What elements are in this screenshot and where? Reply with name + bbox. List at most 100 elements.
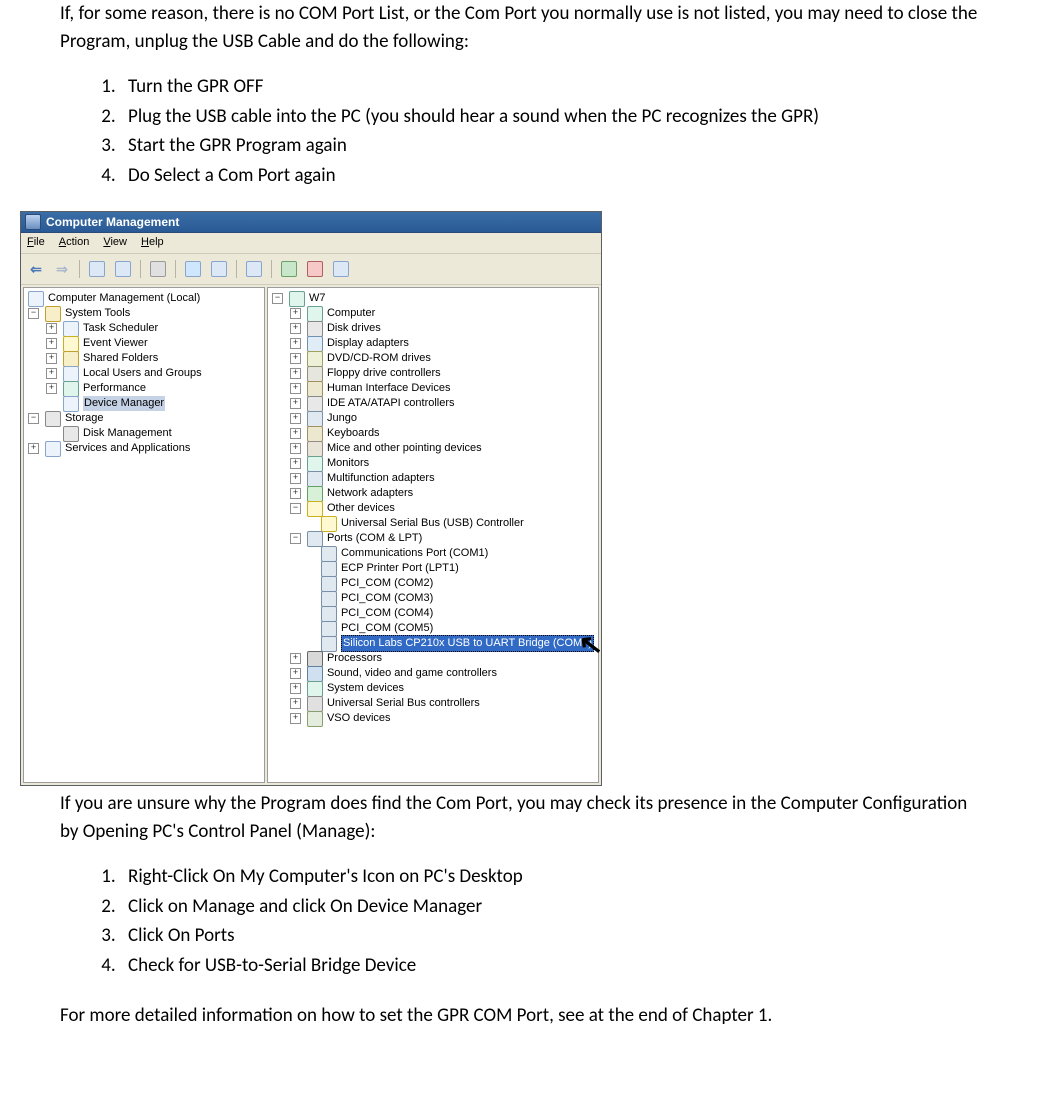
tree-item[interactable]: Communications Port (COM1) <box>272 546 594 561</box>
tree-item[interactable]: −Other devices <box>272 501 594 516</box>
expander-icon[interactable]: − <box>28 413 39 424</box>
tree-item[interactable]: +Floppy drive controllers <box>272 366 594 381</box>
tree-group[interactable]: + Services and Applications <box>28 441 260 456</box>
storage-icon <box>45 411 61 427</box>
expander-icon[interactable]: − <box>28 308 39 319</box>
tree-item[interactable]: PCI_COM (COM5) <box>272 621 594 636</box>
expander-icon[interactable]: + <box>290 428 301 439</box>
tree-item-selected[interactable]: Silicon Labs CP210x USB to UART Bridge (… <box>272 636 594 651</box>
computer-icon <box>289 291 305 307</box>
tree-item[interactable]: +Sound, video and game controllers <box>272 666 594 681</box>
menu-view[interactable]: View <box>103 235 127 251</box>
tree-item-device-manager[interactable]: Device Manager <box>28 396 260 411</box>
tree-item[interactable]: +System devices <box>272 681 594 696</box>
tree-item[interactable]: +Disk drives <box>272 321 594 336</box>
tree-item[interactable]: +Shared Folders <box>28 351 260 366</box>
tree-item[interactable]: Universal Serial Bus (USB) Controller <box>272 516 594 531</box>
tbtn-list[interactable] <box>208 258 230 280</box>
expander-icon[interactable]: − <box>290 503 301 514</box>
tree-group[interactable]: − Storage <box>28 411 260 426</box>
tree-root[interactable]: −W7 <box>272 291 594 306</box>
tree-item[interactable]: +Task Scheduler <box>28 321 260 336</box>
tree-item[interactable]: +Monitors <box>272 456 594 471</box>
expander-icon[interactable]: + <box>290 653 301 664</box>
tree-item[interactable]: ECP Printer Port (LPT1) <box>272 561 594 576</box>
tree-item[interactable]: +Event Viewer <box>28 336 260 351</box>
expander-icon[interactable]: + <box>290 683 301 694</box>
left-tree-pane[interactable]: Computer Management (Local) − System Too… <box>23 287 265 783</box>
toolbar-separator <box>271 260 272 278</box>
tbtn-help[interactable] <box>182 258 204 280</box>
nav-back-button[interactable]: ⇐ <box>25 258 47 280</box>
expander-icon[interactable]: + <box>290 488 301 499</box>
tbtn-2[interactable] <box>112 258 134 280</box>
event-icon <box>63 336 79 352</box>
expander-icon[interactable]: + <box>46 383 57 394</box>
computer-management-window: Computer Management File Action View Hel… <box>20 211 602 786</box>
menu-file[interactable]: File <box>27 235 45 251</box>
tree-item[interactable]: +Universal Serial Bus controllers <box>272 696 594 711</box>
expander-icon[interactable]: + <box>290 413 301 424</box>
expander-icon[interactable]: + <box>290 668 301 679</box>
expander-icon[interactable]: + <box>290 308 301 319</box>
expander-icon[interactable]: + <box>290 368 301 379</box>
tree-item[interactable]: Disk Management <box>28 426 260 441</box>
warn-icon <box>307 501 323 517</box>
tbtn-props[interactable] <box>147 258 169 280</box>
expander-icon[interactable]: + <box>46 353 57 364</box>
expander-icon[interactable]: + <box>290 458 301 469</box>
expander-icon[interactable]: + <box>46 368 57 379</box>
tbtn-enable[interactable] <box>278 258 300 280</box>
menu-action[interactable]: Action <box>59 235 90 251</box>
tree-item[interactable]: +IDE ATA/ATAPI controllers <box>272 396 594 411</box>
tree-item[interactable]: +Performance <box>28 381 260 396</box>
port-icon <box>307 471 323 487</box>
expander-icon[interactable]: + <box>46 338 57 349</box>
tree-item[interactable]: −Ports (COM & LPT) <box>272 531 594 546</box>
tree-item[interactable]: +Network adapters <box>272 486 594 501</box>
expander-icon[interactable]: + <box>290 353 301 364</box>
floppy-icon <box>307 366 323 382</box>
tree-item[interactable]: +Display adapters <box>272 336 594 351</box>
expander-icon[interactable]: + <box>290 713 301 724</box>
right-tree-pane[interactable]: −W7+Computer+Disk drives+Display adapter… <box>267 287 599 783</box>
tree-item[interactable]: +Keyboards <box>272 426 594 441</box>
expander-icon[interactable]: + <box>290 443 301 454</box>
tbtn-disable[interactable] <box>304 258 326 280</box>
window-titlebar[interactable]: Computer Management <box>21 212 601 233</box>
nav-forward-button[interactable]: ⇒ <box>51 258 73 280</box>
display-icon <box>307 336 323 352</box>
expander-icon[interactable]: + <box>46 323 57 334</box>
expander-icon[interactable]: + <box>290 338 301 349</box>
mid-paragraph: If you are unsure why the Program does f… <box>60 790 990 845</box>
expander-icon[interactable]: + <box>28 443 39 454</box>
tree-item[interactable]: +VSO devices <box>272 711 594 726</box>
expander-icon[interactable]: + <box>290 698 301 709</box>
expander-icon[interactable]: − <box>272 293 283 304</box>
tree-item[interactable]: +Processors <box>272 651 594 666</box>
tree-item[interactable]: +Local Users and Groups <box>28 366 260 381</box>
tree-item[interactable]: +DVD/CD-ROM drives <box>272 351 594 366</box>
tree-root[interactable]: Computer Management (Local) <box>28 291 260 306</box>
tbtn-scan[interactable] <box>243 258 265 280</box>
tree-item[interactable]: +Multifunction adapters <box>272 471 594 486</box>
expander-icon[interactable]: + <box>290 473 301 484</box>
tree-group[interactable]: − System Tools <box>28 306 260 321</box>
menubar[interactable]: File Action View Help <box>21 233 601 254</box>
expander-icon[interactable]: + <box>290 323 301 334</box>
tree-item[interactable]: +Mice and other pointing devices <box>272 441 594 456</box>
expander-icon[interactable]: − <box>290 533 301 544</box>
tree-item[interactable]: PCI_COM (COM2) <box>272 576 594 591</box>
expander-icon[interactable]: + <box>290 383 301 394</box>
tree-item[interactable]: PCI_COM (COM4) <box>272 606 594 621</box>
list-item: Start the GPR Program again <box>120 132 990 160</box>
menu-help[interactable]: Help <box>141 235 164 251</box>
tree-item[interactable]: +Computer <box>272 306 594 321</box>
clock-icon <box>63 321 79 337</box>
tree-item[interactable]: +Jungo <box>272 411 594 426</box>
expander-icon[interactable]: + <box>290 398 301 409</box>
tree-item[interactable]: +Human Interface Devices <box>272 381 594 396</box>
tbtn-refresh[interactable] <box>330 258 352 280</box>
tbtn-1[interactable] <box>86 258 108 280</box>
tree-item[interactable]: PCI_COM (COM3) <box>272 591 594 606</box>
